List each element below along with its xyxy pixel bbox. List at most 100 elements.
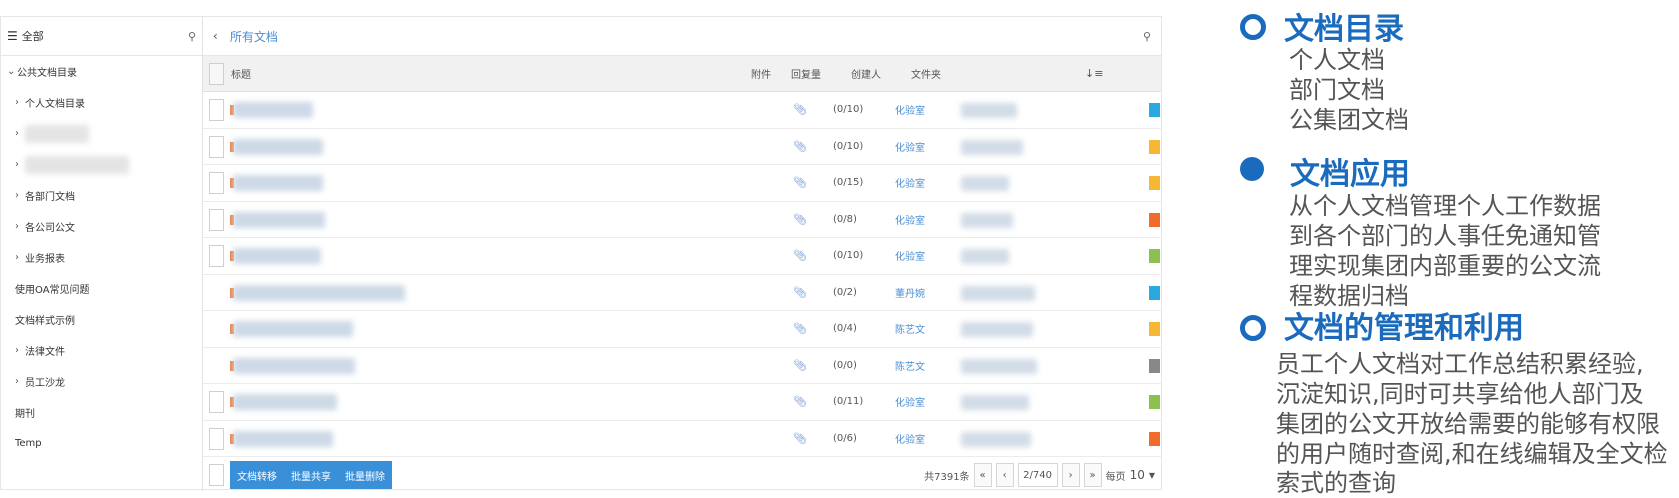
- creator-link[interactable]: 陈艺文: [895, 348, 925, 384]
- reply-count: (0/10): [833, 140, 864, 152]
- column-header-replies[interactable]: 回复量: [791, 56, 821, 91]
- table-row[interactable]: 📎︎ (0/8) 化验室: [203, 202, 1161, 238]
- tree-item[interactable]: › 业务报表: [1, 242, 202, 273]
- next-page-button[interactable]: ›: [1061, 463, 1080, 487]
- creator-link[interactable]: 陈艺文: [895, 311, 925, 347]
- table-row[interactable]: 📎︎ (0/10) 化验室: [203, 238, 1161, 275]
- creator-link[interactable]: 董丹婉: [895, 275, 925, 311]
- reply-count: (0/10): [833, 104, 864, 116]
- column-header-title[interactable]: 标题: [231, 56, 251, 91]
- status-swatch: [1149, 103, 1160, 117]
- tree-item[interactable]: › 各部门文档: [1, 180, 202, 211]
- row-checkbox[interactable]: [209, 245, 224, 267]
- redacted-title[interactable]: [233, 248, 321, 264]
- tree-item[interactable]: ›: [1, 118, 202, 149]
- chevron-right-icon: ›: [15, 97, 19, 108]
- status-swatch: [1149, 322, 1160, 336]
- search-icon[interactable]: ⚲: [188, 30, 196, 43]
- tree-item[interactable]: › 法律文件: [1, 335, 202, 366]
- footer-select-checkbox[interactable]: [209, 464, 224, 486]
- tree-item[interactable]: 使用OA常见问题: [1, 273, 202, 304]
- creator-link[interactable]: 化验室: [895, 165, 925, 201]
- tree-item-label: 公共文档目录: [17, 68, 77, 79]
- tree-item[interactable]: ⌄ 公共文档目录: [1, 56, 202, 87]
- per-page-select[interactable]: 10 ▼: [1130, 468, 1155, 482]
- tree-item[interactable]: › 个人文档目录: [1, 87, 202, 118]
- paperclip-icon[interactable]: 📎︎: [793, 384, 807, 420]
- creator-link[interactable]: 化验室: [895, 92, 925, 128]
- tree-item-label: 使用OA常见问题: [15, 285, 90, 296]
- transfer-button[interactable]: 文档转移: [230, 468, 284, 483]
- tree-item[interactable]: 期刊: [1, 397, 202, 428]
- batch-delete-button[interactable]: 批量删除: [338, 468, 392, 483]
- last-page-button[interactable]: »: [1083, 463, 1102, 487]
- prev-page-button[interactable]: ‹: [995, 463, 1014, 487]
- reply-count: (0/2): [833, 286, 857, 298]
- table-row[interactable]: 📎︎ (0/10) 化验室: [203, 92, 1161, 129]
- redacted-title[interactable]: [233, 211, 325, 228]
- paperclip-icon[interactable]: 📎︎: [793, 202, 807, 238]
- column-header-folder[interactable]: 文件夹: [911, 56, 941, 91]
- sort-icon[interactable]: ↓≡: [1085, 56, 1103, 91]
- row-checkbox[interactable]: [209, 391, 224, 413]
- table-row[interactable]: 📎︎ (0/4) 陈艺文: [203, 311, 1161, 348]
- row-checkbox[interactable]: [209, 135, 224, 158]
- redacted-title[interactable]: [233, 394, 337, 410]
- creator-link[interactable]: 化验室: [895, 238, 925, 274]
- status-swatch: [1149, 249, 1160, 263]
- search-icon[interactable]: ⚲: [1143, 30, 1151, 43]
- column-header-creator[interactable]: 创建人: [851, 56, 881, 91]
- row-checkbox[interactable]: [209, 427, 224, 450]
- batch-share-button[interactable]: 批量共享: [284, 468, 338, 483]
- paperclip-icon[interactable]: 📎︎: [793, 348, 807, 384]
- creator-link[interactable]: 化验室: [895, 202, 925, 238]
- breadcrumb: ‹ 所有文档 ⚲: [203, 17, 1161, 56]
- tree-item[interactable]: ›: [1, 149, 202, 180]
- creator-link[interactable]: 化验室: [895, 421, 925, 457]
- page-input[interactable]: 2/740: [1017, 463, 1058, 487]
- tree-item[interactable]: › 各公司公文: [1, 211, 202, 242]
- row-checkbox[interactable]: [209, 172, 224, 194]
- creator-link[interactable]: 化验室: [895, 129, 925, 165]
- chevron-left-icon[interactable]: ‹: [213, 29, 218, 43]
- redacted-folder: [961, 285, 1035, 301]
- table-row[interactable]: 📎︎ (0/11) 化验室: [203, 384, 1161, 421]
- paperclip-icon[interactable]: 📎︎: [793, 311, 807, 347]
- paperclip-icon[interactable]: 📎︎: [793, 165, 807, 201]
- paperclip-icon[interactable]: 📎︎: [793, 275, 807, 311]
- paperclip-icon[interactable]: 📎︎: [793, 238, 807, 274]
- redacted-title[interactable]: [233, 284, 405, 301]
- paperclip-icon[interactable]: 📎︎: [793, 92, 807, 128]
- row-checkbox[interactable]: [209, 208, 224, 231]
- breadcrumb-current[interactable]: 所有文档: [230, 28, 278, 45]
- status-swatch: [1149, 176, 1160, 190]
- first-page-button[interactable]: «: [973, 463, 992, 487]
- tree-item[interactable]: Temp: [1, 428, 202, 459]
- paperclip-icon[interactable]: 📎︎: [793, 421, 807, 457]
- note-line: 索式的查询: [1276, 469, 1396, 497]
- tree-item[interactable]: › 员工沙龙: [1, 366, 202, 397]
- table-row[interactable]: 📎︎ (0/2) 董丹婉: [203, 275, 1161, 311]
- table-row[interactable]: 📎︎ (0/10) 化验室: [203, 129, 1161, 165]
- menu-icon[interactable]: ☰: [7, 29, 18, 43]
- redacted-title[interactable]: [233, 357, 355, 374]
- paperclip-icon[interactable]: 📎︎: [793, 129, 807, 165]
- creator-link[interactable]: 化验室: [895, 384, 925, 420]
- tree-item-label: Temp: [15, 438, 42, 449]
- redacted-title[interactable]: [233, 321, 353, 337]
- redacted-folder: [961, 358, 1037, 374]
- redacted-title[interactable]: [233, 430, 333, 447]
- select-all-checkbox[interactable]: [209, 63, 224, 85]
- table-row[interactable]: 📎︎ (0/15) 化验室: [203, 165, 1161, 202]
- redacted-title[interactable]: [233, 102, 313, 118]
- table-row[interactable]: 📎︎ (0/0) 陈艺文: [203, 348, 1161, 384]
- column-header-attachment[interactable]: 附件: [751, 56, 771, 91]
- per-page-label: 每页: [1105, 471, 1126, 483]
- tree-item[interactable]: 文档样式示例: [1, 304, 202, 335]
- note-line: 公集团文档: [1289, 106, 1409, 134]
- redacted-title[interactable]: [233, 138, 323, 155]
- row-checkbox[interactable]: [209, 99, 224, 121]
- table-row[interactable]: 📎︎ (0/6) 化验室: [203, 421, 1161, 457]
- redacted-title[interactable]: [233, 175, 323, 191]
- status-swatch: [1149, 395, 1160, 409]
